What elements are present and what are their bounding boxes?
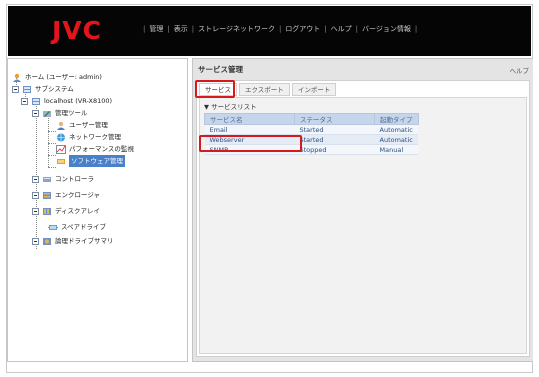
tree-item-home[interactable]: ホーム (ユーザー: admin) (12, 71, 102, 83)
menu-separator: | (167, 25, 170, 33)
menu-separator: | (324, 25, 327, 33)
enclosure-icon (42, 191, 52, 200)
collapse-toggle-icon[interactable] (32, 207, 39, 215)
tab-bar: サービス エクスポート インポート (199, 83, 338, 96)
menu-item-logout[interactable]: ログアウト (285, 24, 320, 34)
disk-array-icon (42, 207, 52, 216)
subsystem-icon (22, 85, 32, 94)
tree-connector (48, 113, 49, 167)
tree-connector (48, 167, 56, 168)
service-name-cell: Email (204, 124, 295, 135)
service-table: サービス名 ステータス 起動タイプ Email Started Automati… (204, 113, 419, 155)
collapse-toggle-icon[interactable] (21, 97, 28, 105)
table-row[interactable]: Email Started Automatic (204, 124, 418, 135)
tab-import[interactable]: インポート (291, 83, 337, 96)
tree-item-software-management[interactable]: ソフトウェア管理 (56, 155, 125, 167)
collapse-toggle-icon[interactable] (12, 85, 19, 93)
tools-icon (42, 109, 52, 118)
service-startup-cell: Automatic (374, 134, 418, 145)
tab-export[interactable]: エクスポート (239, 83, 290, 96)
tree-item-host[interactable]: localhost (VR-X8100) (21, 95, 112, 107)
jvc-logo: JVC (52, 16, 102, 45)
service-startup-cell: Automatic (374, 124, 418, 135)
server-icon (31, 97, 41, 106)
menu-item-admin[interactable]: 管理 (149, 24, 163, 34)
tree-connector (48, 131, 56, 132)
service-management-pane: サービス管理 ヘルプ サービス エクスポート インポート ▼ サービスリスト サ… (192, 58, 533, 362)
tree-item-management-tools[interactable]: 管理ツール (32, 107, 88, 119)
service-name-cell: Webserver (204, 134, 295, 145)
user-icon (56, 121, 66, 130)
logical-drive-icon (42, 237, 52, 246)
software-icon (56, 157, 66, 166)
navigation-tree-pane: ホーム (ユーザー: admin) サブシステム localhost (VR-X… (7, 58, 188, 362)
controller-icon (42, 175, 52, 184)
table-row[interactable]: Webserver Started Automatic (204, 134, 418, 145)
menu-separator: | (414, 25, 418, 33)
collapse-toggle-icon[interactable] (32, 175, 39, 183)
tree-item-disk-array[interactable]: ディスクアレイ (32, 205, 100, 217)
menu-separator: | (191, 25, 195, 33)
spare-drive-icon (48, 223, 58, 232)
page-title: サービス管理 (198, 65, 243, 74)
tree-connector (48, 155, 56, 156)
service-status-cell: Stopped (294, 144, 375, 155)
service-status-cell: Started (294, 134, 375, 145)
tree-item-network-management[interactable]: ネットワーク管理 (56, 131, 121, 143)
chart-icon (56, 144, 66, 154)
table-row[interactable]: SNMP Stopped Manual (204, 144, 418, 155)
table-header-row: サービス名 ステータス 起動タイプ (204, 113, 419, 125)
column-header-status[interactable]: ステータス (294, 113, 375, 125)
service-status-cell: Started (294, 124, 375, 135)
collapse-toggle-icon[interactable] (32, 191, 39, 199)
header-bar: JVC | 管理 | 表示 | ストレージネットワーク | ログアウト | ヘル… (8, 6, 531, 56)
column-header-startup-type[interactable]: 起動タイプ (374, 113, 419, 125)
tree-item-subsystem[interactable]: サブシステム (12, 83, 74, 95)
home-user-icon (12, 73, 22, 82)
tree-connector (48, 143, 56, 144)
menu-item-storage-network[interactable]: ストレージネットワーク (198, 24, 275, 34)
menu-item-help[interactable]: ヘルプ (331, 24, 352, 34)
network-icon (56, 133, 66, 142)
tree-item-enclosure[interactable]: エンクロージャ (32, 189, 100, 201)
tree-item-performance-monitor[interactable]: パフォーマンスの監視 (56, 143, 134, 155)
service-list-header[interactable]: ▼ サービスリスト (204, 101, 257, 111)
tree-item-controller[interactable]: コントローラ (32, 173, 94, 185)
menu-item-view[interactable]: 表示 (174, 24, 188, 34)
menu-separator: | (143, 25, 146, 33)
tab-services[interactable]: サービス (199, 83, 237, 96)
menu-separator: | (355, 25, 359, 33)
collapse-toggle-icon[interactable] (32, 109, 39, 117)
service-startup-cell: Manual (374, 144, 418, 155)
help-link[interactable]: ヘルプ (510, 65, 530, 75)
menu-item-version[interactable]: バージョン情報 (362, 24, 411, 34)
tree-item-user-management[interactable]: ユーザー管理 (56, 119, 108, 131)
menu-separator: | (278, 25, 282, 33)
column-header-service-name[interactable]: サービス名 (204, 113, 295, 125)
service-name-cell: SNMP (204, 144, 295, 155)
top-menu: | 管理 | 表示 | ストレージネットワーク | ログアウト | ヘルプ | … (139, 24, 421, 34)
content-panel: サービス エクスポート インポート ▼ サービスリスト サービス名 ステータス … (196, 80, 530, 357)
tab-body: ▼ サービスリスト サービス名 ステータス 起動タイプ Email Starte… (199, 97, 527, 354)
tree-item-spare-drive[interactable]: スペアドライブ (48, 221, 106, 233)
collapse-toggle-icon[interactable] (32, 237, 39, 245)
tree-item-logical-drive-summary[interactable]: 論理ドライブサマリ (32, 235, 114, 247)
